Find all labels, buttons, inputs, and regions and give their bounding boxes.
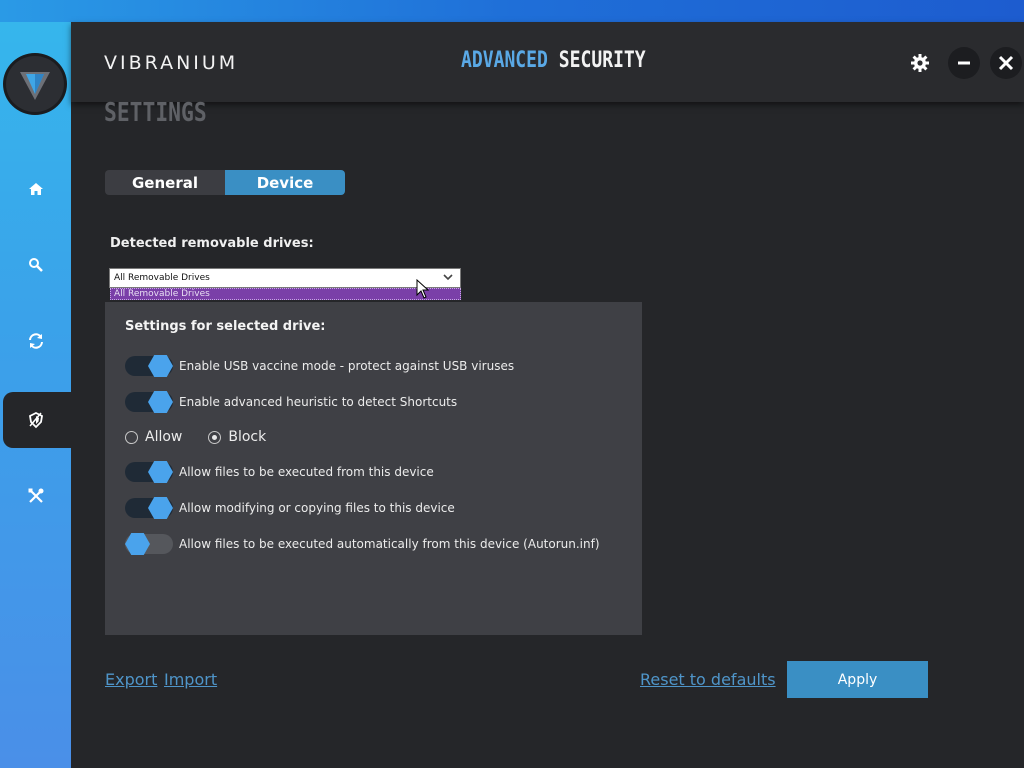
search-icon bbox=[28, 258, 43, 272]
product-title-main: SECURITY bbox=[558, 48, 646, 73]
toggle-row-execute[interactable]: Allow files to be executed from this dev… bbox=[125, 461, 434, 483]
settings-tabs: General Device bbox=[105, 170, 345, 195]
product-title-accent: ADVANCED bbox=[461, 48, 548, 73]
import-link[interactable]: Import bbox=[164, 670, 217, 689]
minimize-icon bbox=[958, 61, 970, 65]
sidebar-item-home[interactable] bbox=[0, 161, 71, 217]
toggle-row-modify[interactable]: Allow modifying or copying files to this… bbox=[125, 497, 455, 519]
apply-button[interactable]: Apply bbox=[787, 661, 928, 698]
drive-settings-panel: Settings for selected drive: Enable USB … bbox=[105, 302, 642, 635]
shortcut-action-radio-group: Allow Block bbox=[125, 429, 292, 445]
heuristic-label: Enable advanced heuristic to detect Shor… bbox=[179, 395, 458, 409]
radio-allow[interactable]: Allow bbox=[125, 429, 182, 445]
autorun-label: Allow files to be executed automatically… bbox=[179, 537, 600, 551]
close-icon bbox=[998, 55, 1014, 71]
toggle-row-usb-vaccine[interactable]: Enable USB vaccine mode - protect agains… bbox=[125, 355, 514, 377]
autorun-toggle[interactable] bbox=[125, 533, 173, 555]
header-bar: VIBRANIUM ADVANCED SECURITY bbox=[71, 22, 1024, 102]
execute-files-label: Allow files to be executed from this dev… bbox=[179, 465, 434, 479]
drive-select-value: All Removable Drives bbox=[114, 273, 210, 283]
modify-files-label: Allow modifying or copying files to this… bbox=[179, 501, 455, 515]
settings-button[interactable] bbox=[904, 47, 936, 79]
desktop-background bbox=[0, 0, 1024, 22]
product-title: ADVANCED SECURITY bbox=[461, 48, 646, 73]
page-title: SETTINGS bbox=[104, 98, 207, 128]
sidebar-item-usb-protection[interactable] bbox=[0, 392, 71, 448]
sidebar-item-update[interactable] bbox=[0, 313, 71, 369]
home-icon bbox=[28, 183, 43, 195]
heuristic-toggle[interactable] bbox=[125, 391, 173, 413]
sidebar-item-scan[interactable] bbox=[0, 237, 71, 293]
vibranium-logo-icon bbox=[20, 72, 50, 100]
refresh-icon bbox=[28, 333, 43, 349]
radio-allow-circle[interactable] bbox=[125, 430, 138, 444]
drive-select[interactable]: All Removable Drives bbox=[109, 268, 461, 288]
usb-vaccine-label: Enable USB vaccine mode - protect agains… bbox=[179, 359, 515, 373]
minimize-button[interactable] bbox=[948, 47, 980, 79]
tools-icon bbox=[28, 488, 43, 503]
detected-drives-label: Detected removable drives: bbox=[110, 236, 314, 251]
usb-vaccine-toggle[interactable] bbox=[125, 355, 173, 377]
shield-icon bbox=[28, 411, 43, 429]
mouse-cursor-icon bbox=[416, 279, 430, 299]
chevron-down-icon bbox=[443, 274, 453, 281]
tab-general[interactable]: General bbox=[105, 170, 225, 195]
logo bbox=[3, 53, 67, 115]
modify-files-toggle[interactable] bbox=[125, 497, 173, 519]
panel-heading: Settings for selected drive: bbox=[125, 319, 326, 334]
tab-device[interactable]: Device bbox=[225, 170, 345, 195]
brand-name: VIBRANIUM bbox=[104, 52, 239, 74]
drive-option-highlighted[interactable]: All Removable Drives bbox=[110, 288, 461, 300]
radio-allow-label: Allow bbox=[145, 429, 183, 445]
close-button[interactable] bbox=[990, 47, 1022, 79]
execute-files-toggle[interactable] bbox=[125, 461, 173, 483]
radio-block-label: Block bbox=[228, 429, 267, 445]
radio-block[interactable]: Block bbox=[208, 429, 266, 445]
toggle-row-heuristic[interactable]: Enable advanced heuristic to detect Shor… bbox=[125, 391, 457, 413]
gear-icon bbox=[911, 54, 929, 72]
sidebar-item-tools[interactable] bbox=[0, 468, 71, 524]
export-link[interactable]: Export bbox=[105, 670, 157, 689]
toggle-row-autorun[interactable]: Allow files to be executed automatically… bbox=[125, 533, 600, 555]
reset-defaults-link[interactable]: Reset to defaults bbox=[640, 670, 776, 689]
radio-block-circle[interactable] bbox=[208, 430, 222, 444]
